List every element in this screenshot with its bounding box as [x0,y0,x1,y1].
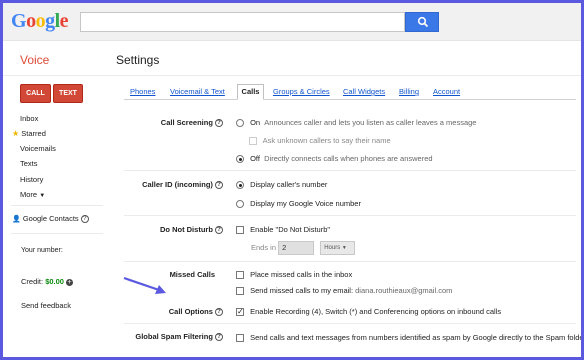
sidebar-item-texts[interactable]: Texts [20,159,38,168]
product-name: Voice [20,53,50,67]
sidebar-item-starred[interactable]: ★ Starred [12,129,46,138]
logo-letter: o [26,10,36,32]
tab-calls[interactable]: Calls [237,84,264,100]
help-icon[interactable]: ? [215,226,223,235]
search-icon [417,16,429,28]
sidebar-item-more[interactable]: More ▼ [20,190,45,199]
call-screening-label: Call Screening ? [123,118,223,128]
tab-billing[interactable]: Billing [399,87,419,96]
your-number-label: Your number: [21,247,63,254]
ask-unknown-callers-option[interactable]: Ask unknown callers to say their name [249,136,391,146]
sidebar-divider [11,233,103,234]
header-divider [3,75,581,76]
missed-calls-inbox-checkbox[interactable] [236,271,244,280]
sidebar-item-history[interactable]: History [20,175,43,184]
help-icon[interactable]: ? [80,215,89,224]
sidebar-divider [11,205,103,206]
tab-groups-circles[interactable]: Groups & Circles [273,87,330,96]
logo-letter: o [35,10,46,32]
dnd-duration-input[interactable]: 2 [278,241,315,255]
help-icon[interactable]: ? [215,308,223,317]
dnd-enable-option[interactable]: Enable "Do Not Disturb" [236,225,330,235]
dnd-ends-in-row: Ends in 2 Hours ▼ [251,241,356,255]
chevron-down-icon: ▼ [39,193,46,199]
tab-call-widgets[interactable]: Call Widgets [343,87,385,96]
call-screening-on-radio[interactable] [236,119,244,128]
caller-id-option-1[interactable]: Display caller's number [236,180,327,190]
caller-id-option-2[interactable]: Display my Google Voice number [236,199,361,209]
sidebar-item-label: Starred [21,129,46,138]
spam-filter-option[interactable]: Send calls and text messages from number… [236,333,581,343]
dnd-label: Do Not Disturb ? [123,225,223,235]
dnd-unit-select[interactable]: Hours ▼ [320,241,356,255]
help-icon[interactable]: ? [215,181,223,190]
missed-calls-inbox-option[interactable]: Place missed calls in the inbox [236,270,352,280]
row-divider [124,323,576,324]
logo-letter: g [45,10,55,32]
spam-filter-checkbox[interactable] [236,334,244,343]
help-icon[interactable]: ? [215,333,223,342]
tabs-underline [124,99,576,100]
call-options-checkbox[interactable]: ✓ [236,308,244,317]
call-screening-off-radio[interactable] [236,155,244,164]
sidebar-item-inbox[interactable]: Inbox [20,114,38,123]
call-screening-on-option[interactable]: On Announces caller and lets you listen … [236,118,476,128]
missed-calls-email-address: diana.routhieaux@gmail.com [355,286,453,295]
star-icon: ★ [12,129,20,138]
row-divider [124,215,576,216]
top-bar: Google [3,3,581,41]
send-feedback-link[interactable]: Send feedback [21,301,71,310]
tab-voicemail-text[interactable]: Voicemail & Text [170,87,225,96]
sidebar-item-google-contacts[interactable]: 👤 Google Contacts ? [12,214,89,224]
logo-letter: G [11,10,27,32]
tab-phones[interactable]: Phones [130,87,155,96]
search-input[interactable] [80,12,405,32]
row-divider [124,170,576,171]
credit-label: Credit: [21,277,44,286]
call-options-label: Call Options ? [123,307,223,317]
add-credit-icon[interactable]: + [66,278,74,286]
logo-letter: e [59,10,69,32]
credit-row: Credit: $0.00 + [21,277,74,286]
ends-in-label: Ends in [251,242,277,252]
dnd-enable-checkbox[interactable] [236,226,244,235]
app-window: Google Voice Settings CALL TEXT Inbox ★ … [3,3,581,357]
google-logo[interactable]: Google [11,10,69,33]
row-divider [124,261,576,262]
sidebar-item-voicemails[interactable]: Voicemails [20,144,56,153]
missed-calls-email-checkbox[interactable] [236,287,244,296]
text-button[interactable]: TEXT [53,84,83,103]
call-options-recording-option[interactable]: ✓ Enable Recording (4), Switch (*) and C… [236,307,501,317]
annotation-arrow-icon [123,276,166,294]
call-screening-off-option[interactable]: Off Directly connects calls when phones … [236,154,433,164]
missed-calls-email-option[interactable]: Send missed calls to my email: diana.rou… [236,286,453,296]
spam-filter-label: Global Spam Filtering ? [113,332,223,342]
caller-id-label: Caller ID (incoming) ? [113,180,223,190]
sidebar-item-label: More [20,190,38,199]
tab-account[interactable]: Account [433,87,460,96]
search-button[interactable] [405,12,439,32]
caller-id-radio-1[interactable] [236,181,244,190]
call-button[interactable]: CALL [20,84,51,103]
help-icon[interactable]: ? [215,119,223,128]
page-title: Settings [116,53,160,67]
credit-value: $0.00 [45,277,64,286]
person-icon: 👤 [12,216,21,223]
sidebar-item-label: Google Contacts [22,214,79,223]
ask-unknown-checkbox[interactable] [249,137,257,146]
caller-id-radio-2[interactable] [236,200,244,209]
chevron-down-icon: ▼ [341,245,347,251]
